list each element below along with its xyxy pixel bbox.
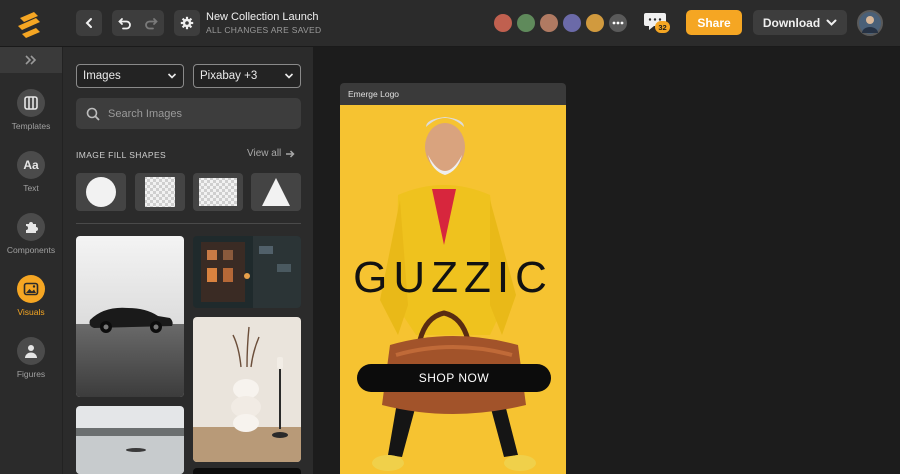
sidebar-item-text[interactable]: Aa Text [0, 145, 62, 201]
asset-type-select[interactable]: Images [76, 64, 184, 88]
search-box [76, 98, 301, 129]
section-title: IMAGE FILL SHAPES [76, 150, 167, 160]
view-all-label: View all [247, 148, 282, 159]
more-icon [612, 21, 624, 25]
shape-triangle[interactable] [251, 173, 301, 211]
app-logo[interactable] [14, 8, 46, 40]
view-all-link[interactable]: View all [247, 148, 295, 159]
sidebar-item-visuals[interactable]: Visuals [0, 269, 62, 325]
artboard[interactable]: GUZZIC SHOP NOW [340, 105, 566, 474]
square-shape-icon [145, 177, 175, 207]
visuals-panel: Images Pixabay +3 IMAGE FILL SHAPES View… [62, 47, 313, 474]
templates-icon [17, 89, 45, 117]
image-thumbnail-lake[interactable] [76, 406, 184, 474]
more-collaborators-button[interactable] [607, 12, 629, 34]
settings-button[interactable] [174, 10, 200, 36]
image-thumbnail-car[interactable] [76, 236, 184, 397]
chevron-down-icon [826, 19, 837, 26]
undo-redo-group [112, 10, 164, 36]
sidebar-item-label: Templates [11, 121, 51, 131]
sidebar-item-label: Figures [16, 369, 46, 379]
download-button[interactable]: Download [753, 10, 847, 35]
asset-source-select[interactable]: Pixabay +3 [193, 64, 301, 88]
shape-circle[interactable] [76, 173, 126, 211]
comments-count-badge: 32 [655, 21, 670, 33]
chevron-left-icon [85, 18, 92, 28]
image-thumbnail-vase[interactable] [193, 317, 301, 462]
share-button[interactable]: Share [686, 10, 742, 35]
figures-icon [17, 337, 45, 365]
avatar[interactable] [492, 12, 514, 34]
shape-square[interactable] [135, 173, 185, 211]
avatar[interactable] [561, 12, 583, 34]
components-icon [17, 213, 45, 241]
circle-shape-icon [86, 177, 116, 207]
sidebar-item-label: Text [23, 183, 39, 193]
user-avatar[interactable] [857, 10, 883, 36]
visuals-icon [17, 275, 45, 303]
sidebar-item-figures[interactable]: Figures [0, 331, 62, 387]
search-input[interactable] [108, 107, 288, 120]
document-title[interactable]: New Collection Launch [206, 11, 319, 23]
collaborator-avatars [492, 12, 630, 34]
image-thumbnail-dark[interactable] [193, 468, 301, 474]
artboard-label[interactable]: Emerge Logo [340, 83, 566, 105]
double-chevron-right-icon [25, 55, 37, 65]
sidebar-item-label: Components [6, 245, 56, 255]
avatar[interactable] [538, 12, 560, 34]
left-sidebar: Templates Aa Text Components Visuals Fig… [0, 47, 62, 474]
panel-divider [76, 223, 301, 224]
rectangle-shape-icon [199, 178, 237, 206]
brand-text[interactable]: GUZZIC [340, 253, 566, 303]
undo-icon [118, 18, 131, 30]
collapse-sidebar-button[interactable] [0, 47, 62, 73]
sidebar-item-components[interactable]: Components [0, 207, 62, 263]
text-icon: Aa [17, 151, 45, 179]
save-status: ALL CHANGES ARE SAVED [206, 25, 322, 35]
chevron-down-icon [167, 73, 177, 79]
text-icon-glyph: Aa [23, 158, 39, 172]
top-bar: New Collection Launch ALL CHANGES ARE SA… [0, 0, 900, 47]
arrow-right-icon [286, 149, 295, 158]
search-icon [86, 107, 100, 121]
asset-source-value: Pixabay +3 [200, 70, 258, 82]
undo-button[interactable] [112, 10, 138, 36]
shape-rectangle[interactable] [193, 173, 243, 211]
sidebar-item-label: Visuals [17, 307, 45, 317]
chevron-down-icon [284, 73, 294, 79]
gear-icon [180, 16, 194, 30]
shop-now-button[interactable]: SHOP NOW [357, 364, 551, 392]
redo-button[interactable] [138, 10, 164, 36]
image-thumbnail-street-night[interactable] [193, 236, 301, 308]
triangle-shape-icon [262, 178, 290, 206]
asset-type-value: Images [83, 70, 121, 82]
avatar[interactable] [584, 12, 606, 34]
sidebar-item-templates[interactable]: Templates [0, 83, 62, 139]
canvas-area[interactable]: Emerge Logo GUZZIC SHOP NOW [313, 47, 900, 474]
download-label: Download [762, 15, 821, 30]
redo-icon [145, 18, 158, 30]
avatar[interactable] [515, 12, 537, 34]
back-button[interactable] [76, 10, 102, 36]
